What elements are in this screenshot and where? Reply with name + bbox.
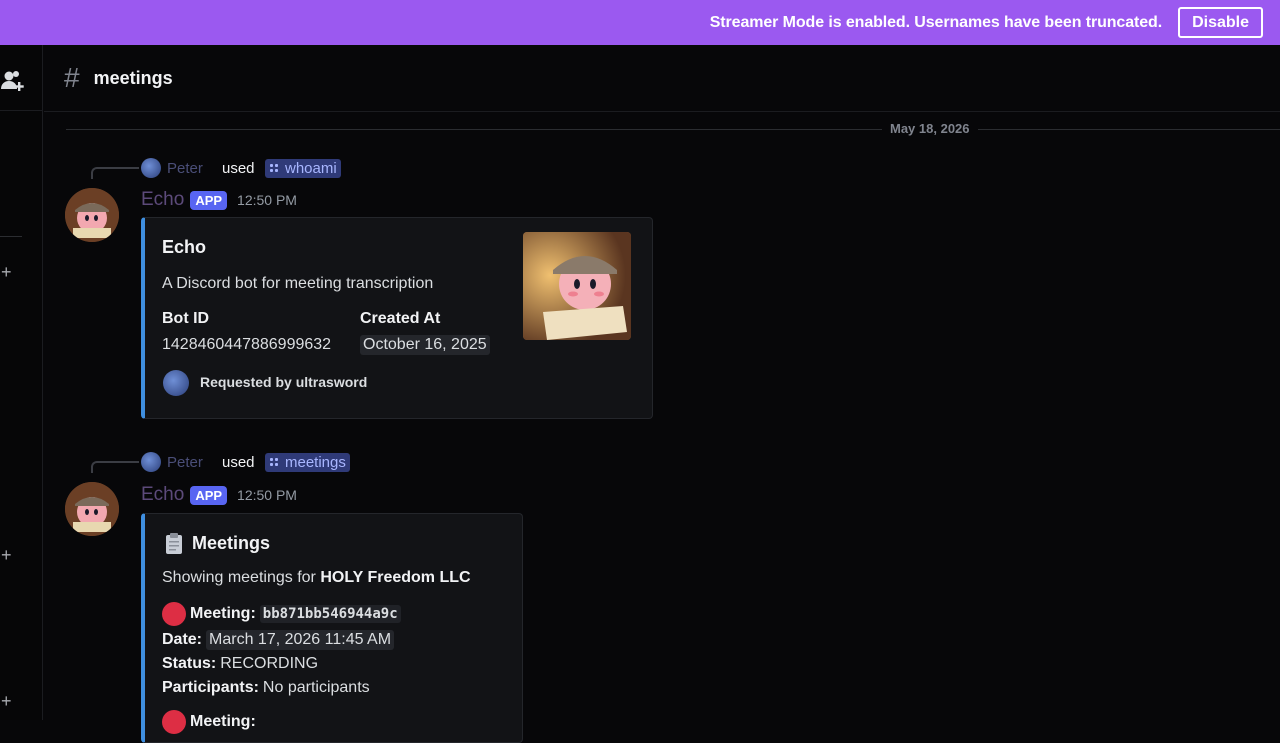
reply-used-text: used bbox=[222, 159, 255, 177]
add-category-icon[interactable]: + bbox=[1, 692, 12, 710]
app-badge: APP bbox=[190, 190, 228, 210]
streamer-mode-banner: Streamer Mode is enabled. Usernames have… bbox=[0, 0, 1280, 45]
divider-line bbox=[66, 129, 1280, 130]
author-name[interactable]: Echo bbox=[141, 484, 184, 506]
organization-name: HOLY Freedom LLC bbox=[320, 569, 471, 586]
description-prefix: Showing meetings for bbox=[162, 569, 321, 586]
field-value-created-at[interactable]: October 16, 2025 bbox=[360, 335, 490, 355]
slash-command-icon bbox=[269, 457, 279, 467]
disable-streamer-mode-button[interactable]: Disable bbox=[1178, 7, 1263, 38]
bot-info-embed: Echo A Discord bot for meeting transcrip… bbox=[141, 217, 653, 419]
field-name-bot-id: Bot ID bbox=[162, 310, 210, 327]
app-badge: APP bbox=[190, 485, 228, 505]
embed-description: Showing meetings for HOLY Freedom LLC bbox=[162, 569, 475, 587]
author-name[interactable]: Echo bbox=[141, 189, 184, 211]
embed-title-row: Meetings bbox=[162, 531, 270, 555]
clipboard-icon bbox=[166, 533, 182, 554]
message-author: Echo APP 12:50 PM bbox=[141, 189, 297, 211]
add-category-icon[interactable]: + bbox=[1, 263, 12, 281]
channel-header: # meetings bbox=[44, 45, 1280, 112]
red-circle-icon bbox=[162, 602, 186, 626]
meeting-date[interactable]: March 17, 2026 11:45 AM bbox=[206, 630, 395, 650]
meeting-label: Meeting: bbox=[190, 605, 256, 622]
reply-username[interactable]: Peter bbox=[167, 160, 203, 177]
status-row: Status: RECORDING bbox=[162, 655, 318, 673]
left-sidebar: + + + bbox=[0, 45, 43, 720]
command-reply-context[interactable]: Peter used meetings bbox=[91, 450, 391, 474]
message-timestamp[interactable]: 12:50 PM bbox=[237, 487, 297, 503]
banner-text: Streamer Mode is enabled. Usernames have… bbox=[709, 13, 1163, 31]
red-circle-icon bbox=[162, 710, 186, 734]
meeting-row: Meeting: bb871bb546944a9c bbox=[162, 602, 401, 626]
reply-avatar[interactable] bbox=[141, 158, 161, 178]
sidebar-divider bbox=[0, 110, 43, 111]
embed-title: Meetings bbox=[192, 532, 271, 553]
slash-command-icon bbox=[269, 163, 279, 173]
bot-avatar-image bbox=[65, 188, 119, 242]
field-value-bot-id: 1428460447886999632 bbox=[162, 336, 332, 353]
participants-row: Participants: No participants bbox=[162, 679, 370, 697]
command-reply-context[interactable]: Peter used whoami bbox=[91, 156, 391, 180]
meetings-embed: Meetings Showing meetings for HOLY Freed… bbox=[141, 513, 523, 743]
status-value: RECORDING bbox=[220, 655, 319, 672]
field-name-created-at: Created At bbox=[360, 310, 441, 327]
meeting-label: Meeting: bbox=[190, 713, 256, 730]
add-friend-icon[interactable] bbox=[0, 67, 26, 93]
hash-icon: # bbox=[64, 62, 80, 93]
avatar[interactable] bbox=[65, 188, 119, 242]
add-category-icon[interactable]: + bbox=[1, 546, 12, 564]
reply-used-text: used bbox=[222, 453, 255, 471]
thumbnail-image bbox=[523, 232, 631, 340]
reply-avatar[interactable] bbox=[141, 452, 161, 472]
embed-description: A Discord bot for meeting transcription bbox=[162, 275, 434, 292]
embed-footer: Requested by ultrasword bbox=[200, 374, 368, 390]
status-label: Status: bbox=[162, 655, 217, 672]
reply-username[interactable]: Peter bbox=[167, 454, 203, 471]
embed-title: Echo bbox=[162, 237, 207, 257]
command-mention[interactable]: whoami bbox=[265, 158, 341, 178]
reply-spine bbox=[91, 461, 139, 473]
embed-thumbnail[interactable] bbox=[523, 232, 631, 340]
command-name: whoami bbox=[285, 159, 337, 177]
date-divider-label: May 18, 2026 bbox=[882, 121, 978, 136]
message-timestamp[interactable]: 12:50 PM bbox=[237, 192, 297, 208]
avatar[interactable] bbox=[65, 482, 119, 536]
command-mention[interactable]: meetings bbox=[265, 452, 350, 472]
footer-avatar bbox=[163, 370, 189, 396]
bot-avatar-image bbox=[65, 482, 119, 536]
participants-label: Participants: bbox=[162, 679, 259, 696]
meeting-row: Meeting: bbox=[162, 710, 260, 734]
date-row: Date: March 17, 2026 11:45 AM bbox=[162, 630, 395, 650]
participants-value: No participants bbox=[262, 679, 370, 696]
message-author: Echo APP 12:50 PM bbox=[141, 484, 297, 506]
channel-title: meetings bbox=[93, 67, 173, 88]
sidebar-divider bbox=[0, 236, 22, 237]
date-label: Date: bbox=[162, 631, 203, 648]
date-divider: May 18, 2026 bbox=[66, 119, 1280, 139]
meeting-id: bb871bb546944a9c bbox=[259, 605, 401, 623]
command-name: meetings bbox=[285, 453, 346, 471]
reply-spine bbox=[91, 167, 139, 179]
